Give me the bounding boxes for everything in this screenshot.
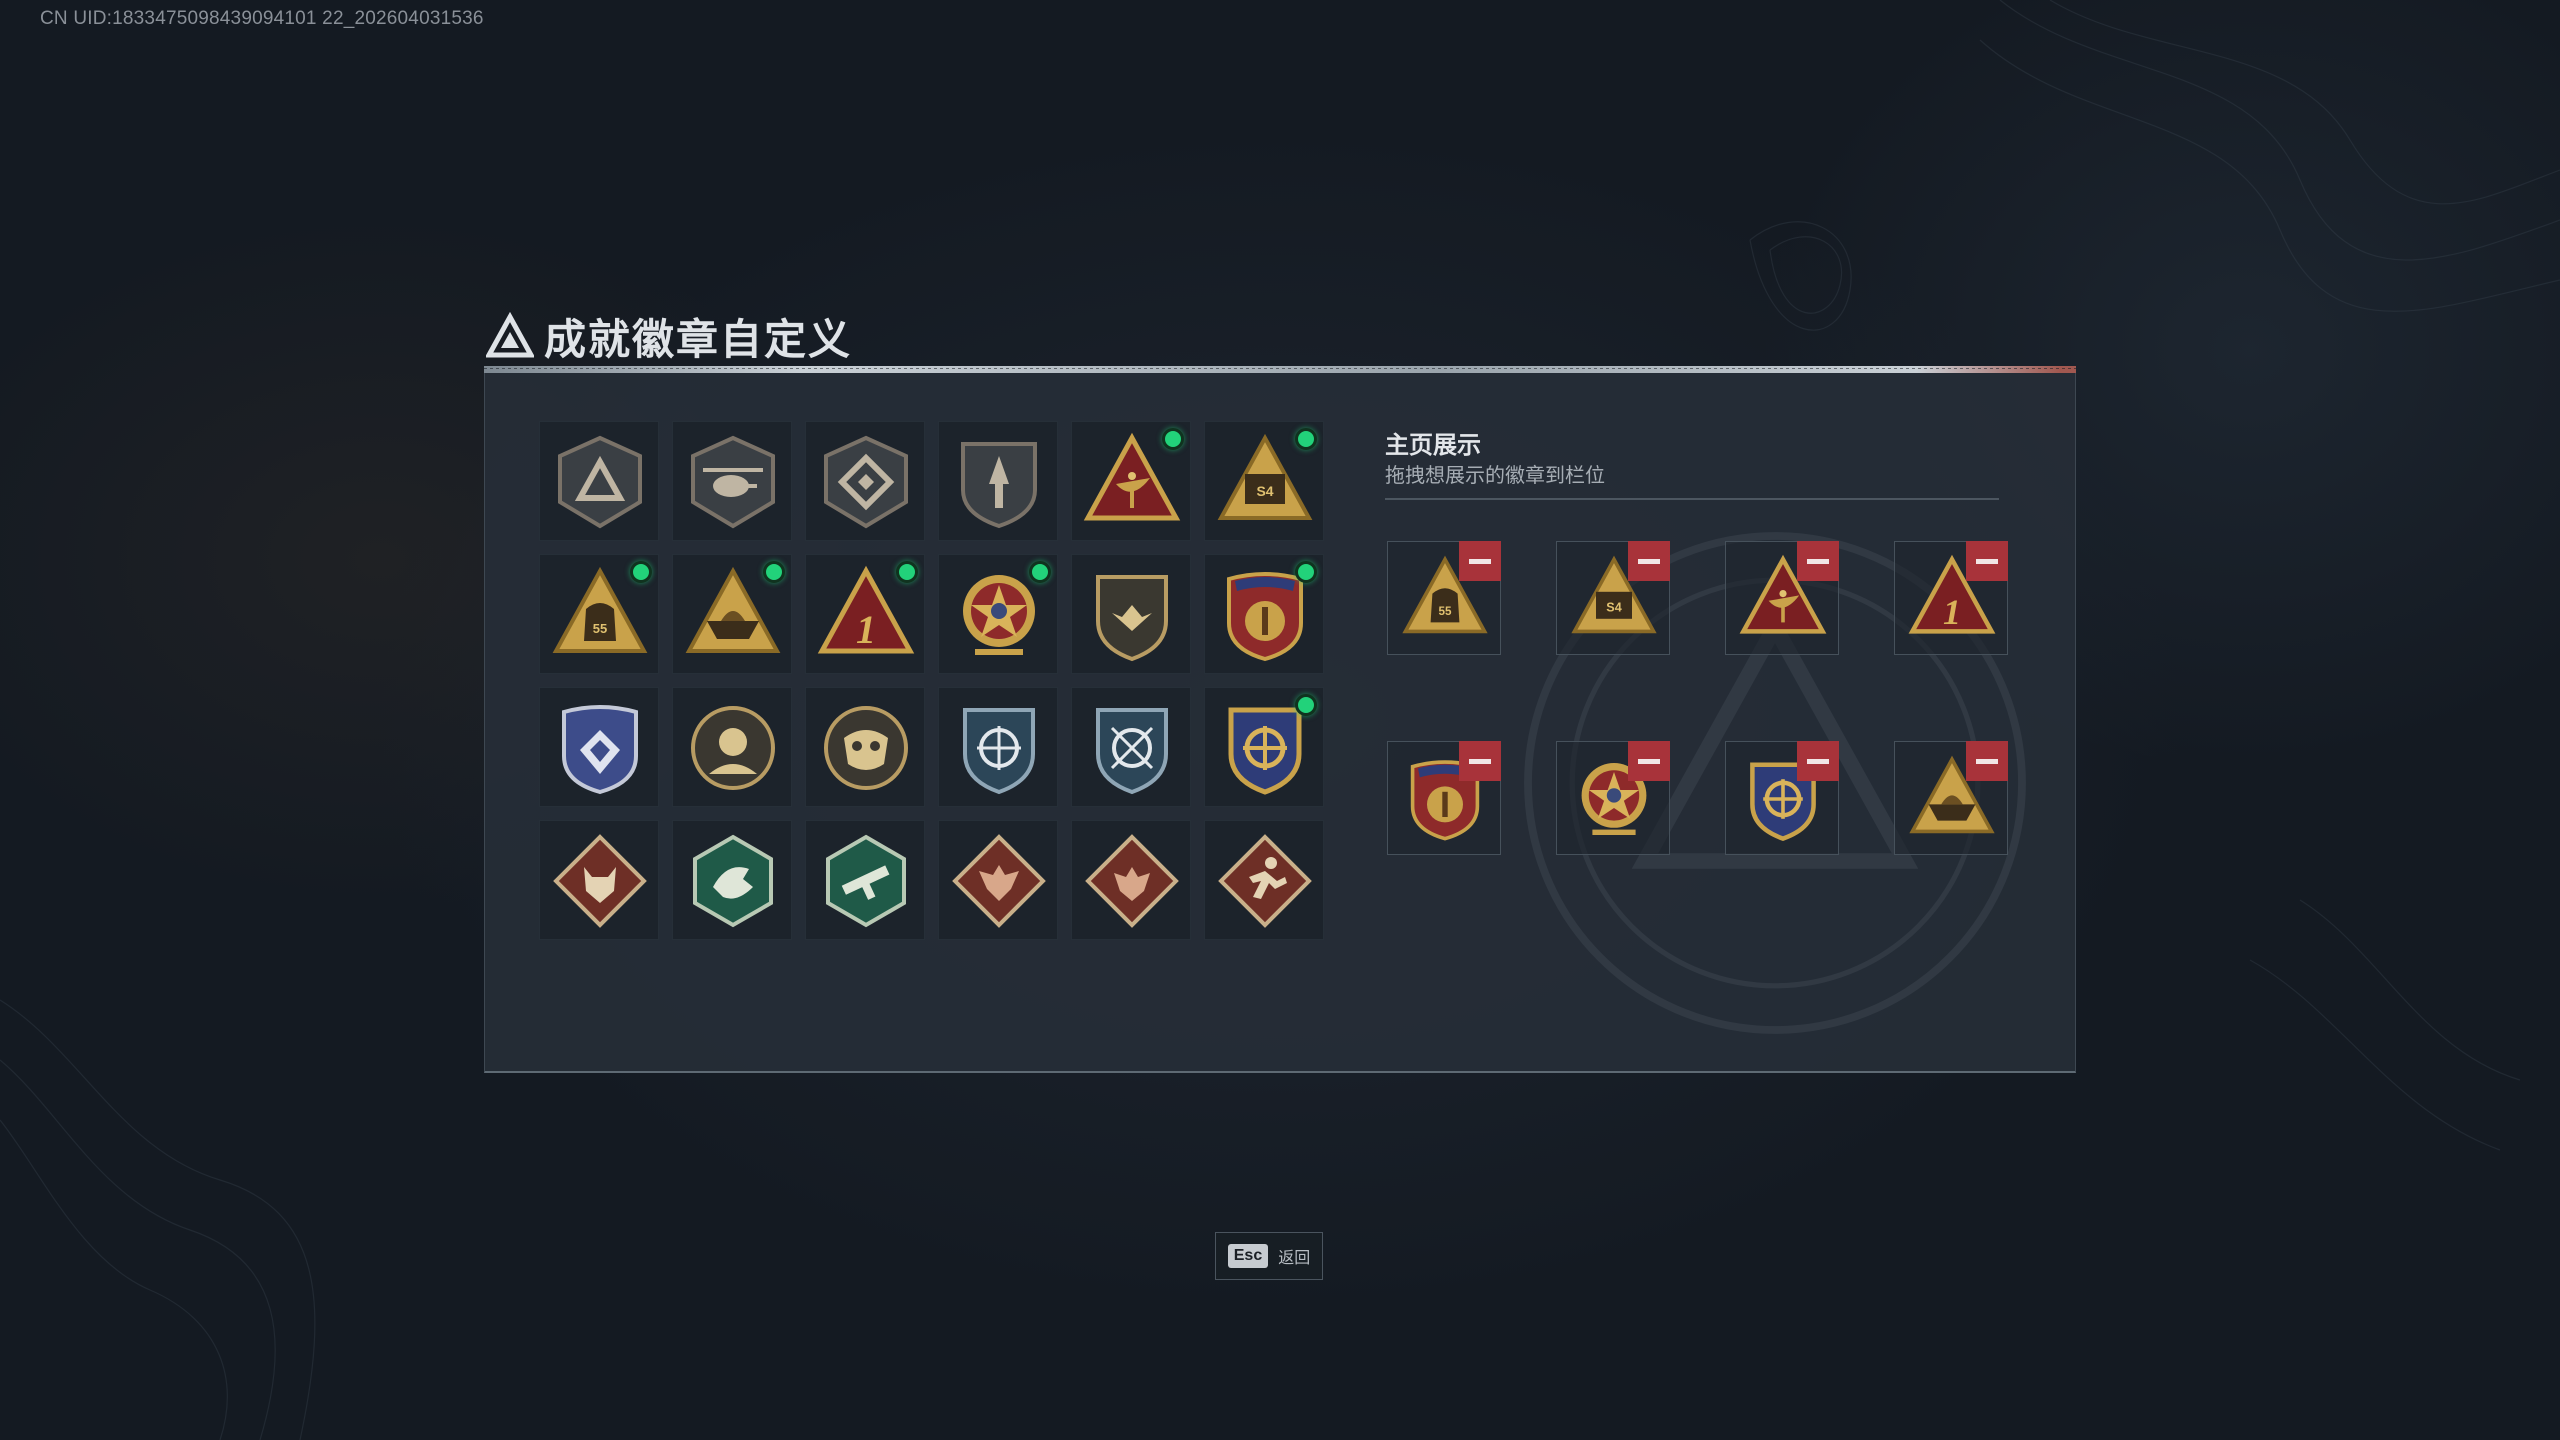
panel-top-bar xyxy=(484,366,2076,373)
svg-text:55: 55 xyxy=(1438,605,1452,618)
esc-key-hint: Esc xyxy=(1227,1244,1269,1268)
eagle-shield-badge-icon xyxy=(1096,575,1168,662)
badge-cell[interactable] xyxy=(1071,554,1191,674)
new-indicator-dot xyxy=(1295,428,1317,450)
page-title: 成就徽章自定义 xyxy=(544,315,853,363)
svg-text:1: 1 xyxy=(856,607,876,652)
svg-text:1: 1 xyxy=(1943,592,1961,632)
display-divider xyxy=(1385,498,1999,500)
back-label: 返回 xyxy=(1278,1250,1311,1267)
badge-cell[interactable] xyxy=(1071,687,1191,807)
display-slot[interactable] xyxy=(1894,741,2008,855)
remove-badge-button[interactable] xyxy=(1966,741,2008,781)
badge-cell[interactable] xyxy=(805,820,925,940)
new-indicator-dot xyxy=(1029,561,1051,583)
dragon-hexagon-badge-icon xyxy=(693,834,773,928)
new-indicator-dot xyxy=(1162,428,1184,450)
remove-badge-button[interactable] xyxy=(1797,541,1839,581)
badge-cell[interactable] xyxy=(1071,421,1191,541)
remove-badge-button[interactable] xyxy=(1797,741,1839,781)
new-indicator-dot xyxy=(630,561,652,583)
mask-emblem-badge-icon xyxy=(824,706,908,790)
badge-cell[interactable] xyxy=(672,820,792,940)
badge-cell[interactable] xyxy=(938,554,1058,674)
new-indicator-dot xyxy=(1295,694,1317,716)
badge-cell[interactable] xyxy=(938,421,1058,541)
new-indicator-dot xyxy=(763,561,785,583)
badge-cell[interactable] xyxy=(938,820,1058,940)
beast-diamond-badge-2-icon xyxy=(1085,834,1179,928)
display-section-hint: 拖拽想展示的徽章到栏位 xyxy=(1385,465,1605,487)
remove-badge-button[interactable] xyxy=(1459,541,1501,581)
badge-cell[interactable]: 55 xyxy=(539,554,659,674)
badge-panel: S4 55 1 主页展示 拖拽想展示的徽章到栏位 55 S4 1 xyxy=(484,373,2076,1073)
badge-cell[interactable] xyxy=(672,421,792,541)
new-indicator-dot xyxy=(1295,561,1317,583)
badge-cell[interactable]: 1 xyxy=(805,554,925,674)
back-button[interactable]: Esc 返回 xyxy=(1215,1232,1323,1280)
display-slot[interactable] xyxy=(1556,741,1670,855)
badge-cell[interactable] xyxy=(805,421,925,541)
new-indicator-dot xyxy=(896,561,918,583)
badge-cell[interactable] xyxy=(1204,687,1324,807)
badge-cell[interactable] xyxy=(1204,820,1324,940)
remove-badge-button[interactable] xyxy=(1628,541,1670,581)
triangle-logo-shield-badge-icon xyxy=(558,435,642,529)
crosshair-shield-badge-icon xyxy=(963,708,1035,795)
badge-cell[interactable]: S4 xyxy=(1204,421,1324,541)
wolf-diamond-badge-icon xyxy=(553,834,647,928)
remove-badge-button[interactable] xyxy=(1966,541,2008,581)
arrow-shield-badge-icon xyxy=(961,442,1037,529)
badge-cell[interactable] xyxy=(539,687,659,807)
badge-cell[interactable] xyxy=(805,687,925,807)
operator-portrait-badge-icon xyxy=(691,706,775,790)
helicopter-shield-badge-icon xyxy=(691,435,775,529)
badge-cell[interactable] xyxy=(539,820,659,940)
page-header: 成就徽章自定义 xyxy=(486,308,852,364)
remove-badge-button[interactable] xyxy=(1628,741,1670,781)
display-section-title: 主页展示 xyxy=(1385,432,1481,459)
badge-cell[interactable] xyxy=(1071,820,1191,940)
diamond-crest-shield-badge-icon xyxy=(824,435,908,529)
svg-text:55: 55 xyxy=(593,621,607,636)
blue-diamond-crest-badge-icon xyxy=(562,705,638,795)
beast-diamond-badge-icon xyxy=(952,834,1046,928)
remove-badge-button[interactable] xyxy=(1459,741,1501,781)
display-slot[interactable]: 1 xyxy=(1894,541,2008,655)
badge-cell[interactable] xyxy=(938,687,1058,807)
display-slot[interactable] xyxy=(1725,741,1839,855)
svg-text:S4: S4 xyxy=(1606,601,1621,615)
display-slot[interactable]: S4 xyxy=(1556,541,1670,655)
display-slot[interactable] xyxy=(1387,741,1501,855)
gun-hexagon-badge-icon xyxy=(826,834,906,928)
svg-text:S4: S4 xyxy=(1256,483,1273,499)
uid-label: CN UID:1833475098439094101 22_2026040315… xyxy=(40,8,484,29)
display-slot[interactable]: 55 xyxy=(1387,541,1501,655)
display-slot[interactable] xyxy=(1725,541,1839,655)
runner-diamond-badge-icon xyxy=(1218,834,1312,928)
display-slots: 55 S4 1 xyxy=(1387,541,2008,855)
crosshair-shield-badge-2-icon xyxy=(1096,708,1168,795)
badge-cell[interactable] xyxy=(672,554,792,674)
badge-cell[interactable] xyxy=(539,421,659,541)
badge-cell[interactable] xyxy=(672,687,792,807)
badge-cell[interactable] xyxy=(1204,554,1324,674)
triangle-logo-icon xyxy=(486,312,534,358)
badge-grid: S4 55 1 xyxy=(539,421,1324,940)
